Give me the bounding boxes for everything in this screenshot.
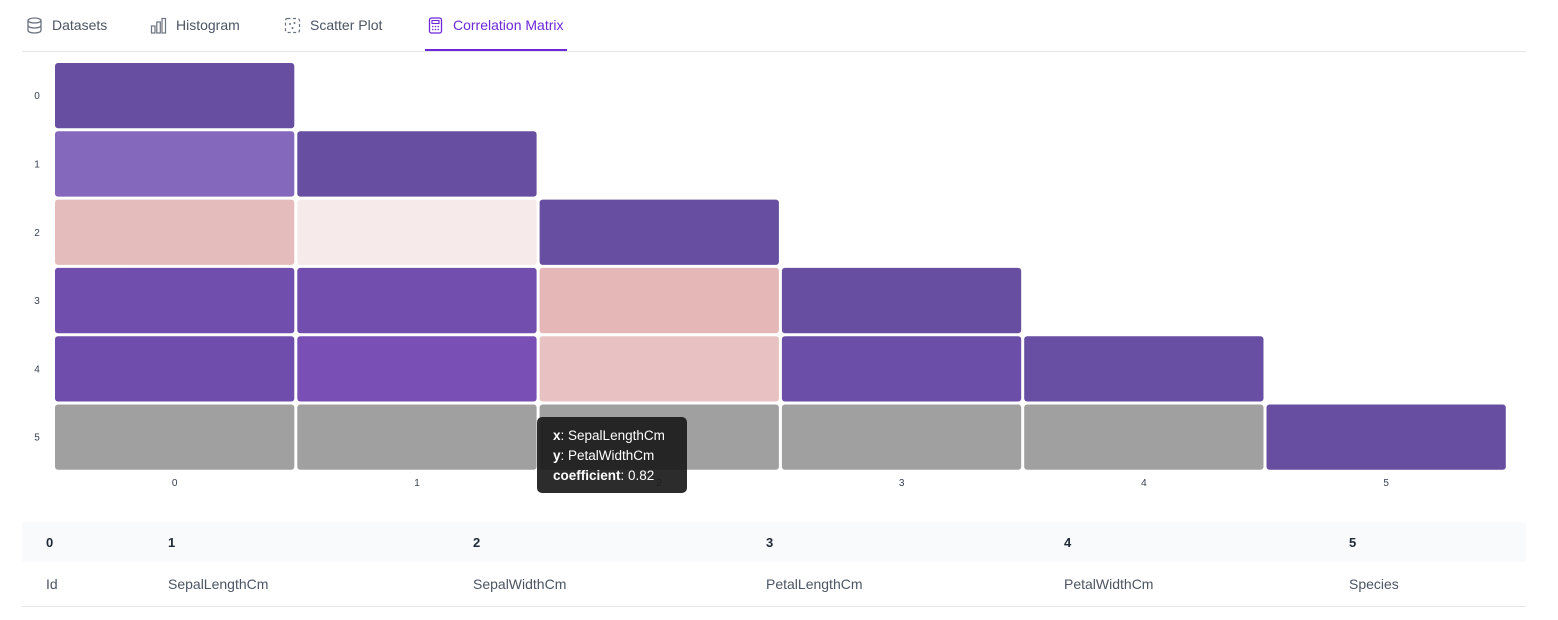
- x-tick-label: 3: [899, 478, 905, 489]
- y-tick-label: 0: [34, 91, 40, 102]
- legend-name-cell: SepalLengthCm: [168, 562, 473, 607]
- tab-histogram-label: Histogram: [176, 17, 240, 33]
- legend-header-cell: 5: [1349, 522, 1526, 562]
- x-tick-label: 0: [172, 478, 178, 489]
- legend-name-cell: Species: [1349, 562, 1526, 607]
- x-tick-label: 4: [1141, 478, 1147, 489]
- tab-correlation-matrix-label: Correlation Matrix: [453, 17, 564, 33]
- heatmap-cell[interactable]: [1266, 404, 1506, 470]
- heatmap-cell[interactable]: [55, 131, 295, 197]
- tab-histogram[interactable]: Histogram: [150, 0, 240, 50]
- legend-header-cell: 1: [168, 522, 473, 562]
- histogram-icon: [150, 17, 167, 34]
- y-tick-label: 5: [34, 433, 40, 444]
- y-tick-label: 1: [34, 159, 40, 170]
- tooltip-coefficient-line: coefficient: 0.82: [553, 468, 655, 483]
- heatmap-cell[interactable]: [55, 199, 295, 265]
- legend-name-cell: PetalWidthCm: [1064, 562, 1349, 607]
- heatmap-cell[interactable]: [297, 199, 537, 265]
- heatmap-cell[interactable]: [297, 404, 537, 470]
- tab-correlation-matrix[interactable]: Correlation Matrix: [424, 0, 568, 51]
- heatmap-cell[interactable]: [781, 267, 1022, 334]
- tab-scatter-plot-label: Scatter Plot: [310, 17, 383, 33]
- legend-name-cell: Id: [22, 562, 168, 607]
- heatmap-tooltip: x: SepalLengthCm y: PetalWidthCm coeffic…: [537, 417, 687, 493]
- heatmap-cell[interactable]: [539, 336, 779, 402]
- tab-datasets[interactable]: Datasets: [26, 0, 107, 50]
- heatmap-cell[interactable]: [297, 336, 537, 402]
- tab-bar: Datasets Histogram Scatter Plot Correlat…: [22, 0, 1526, 52]
- heatmap-cell[interactable]: [1024, 404, 1264, 470]
- heatmap-cell[interactable]: [297, 267, 537, 334]
- scatter-plot-icon: [284, 17, 301, 33]
- legend-name-cell: SepalWidthCm: [473, 562, 766, 607]
- column-legend-table: 0 1 2 3 4 5 Id SepalLengthCm SepalWidthC…: [22, 522, 1526, 607]
- tab-datasets-label: Datasets: [52, 17, 108, 33]
- heatmap-cell[interactable]: [55, 404, 295, 470]
- heatmap-cell[interactable]: [1024, 336, 1264, 402]
- y-tick-label: 3: [34, 296, 40, 307]
- table-row: Id SepalLengthCm SepalWidthCm PetalLengt…: [22, 562, 1526, 607]
- heatmap-cell[interactable]: [55, 267, 295, 334]
- heatmap-cell[interactable]: [55, 336, 295, 402]
- heatmap-cell[interactable]: [539, 199, 779, 265]
- legend-header-row: 0 1 2 3 4 5: [22, 522, 1526, 562]
- tooltip-y-line: y: PetalWidthCm: [553, 448, 655, 463]
- heatmap-cell[interactable]: [297, 131, 537, 197]
- x-tick-label: 5: [1383, 478, 1389, 489]
- heatmap-cell[interactable]: [539, 267, 779, 334]
- heatmap-cell[interactable]: [781, 336, 1022, 402]
- y-tick-label: 2: [34, 228, 40, 239]
- database-icon: [27, 16, 42, 34]
- legend-header-cell: 4: [1064, 522, 1349, 562]
- heatmap-cell[interactable]: [55, 63, 295, 129]
- x-tick-label: 1: [414, 478, 420, 489]
- legend-header-cell: 3: [766, 522, 1064, 562]
- tab-scatter-plot[interactable]: Scatter Plot: [284, 0, 382, 50]
- legend-header-cell: 0: [22, 522, 168, 562]
- legend-header-cell: 2: [473, 522, 766, 562]
- tooltip-x-line: x: SepalLengthCm: [553, 428, 665, 443]
- calculator-icon: [428, 16, 443, 34]
- correlation-heatmap: 012345012345: [34, 63, 1506, 489]
- y-tick-label: 4: [34, 364, 40, 375]
- legend-name-cell: PetalLengthCm: [766, 562, 1064, 607]
- heatmap-cell[interactable]: [781, 404, 1022, 470]
